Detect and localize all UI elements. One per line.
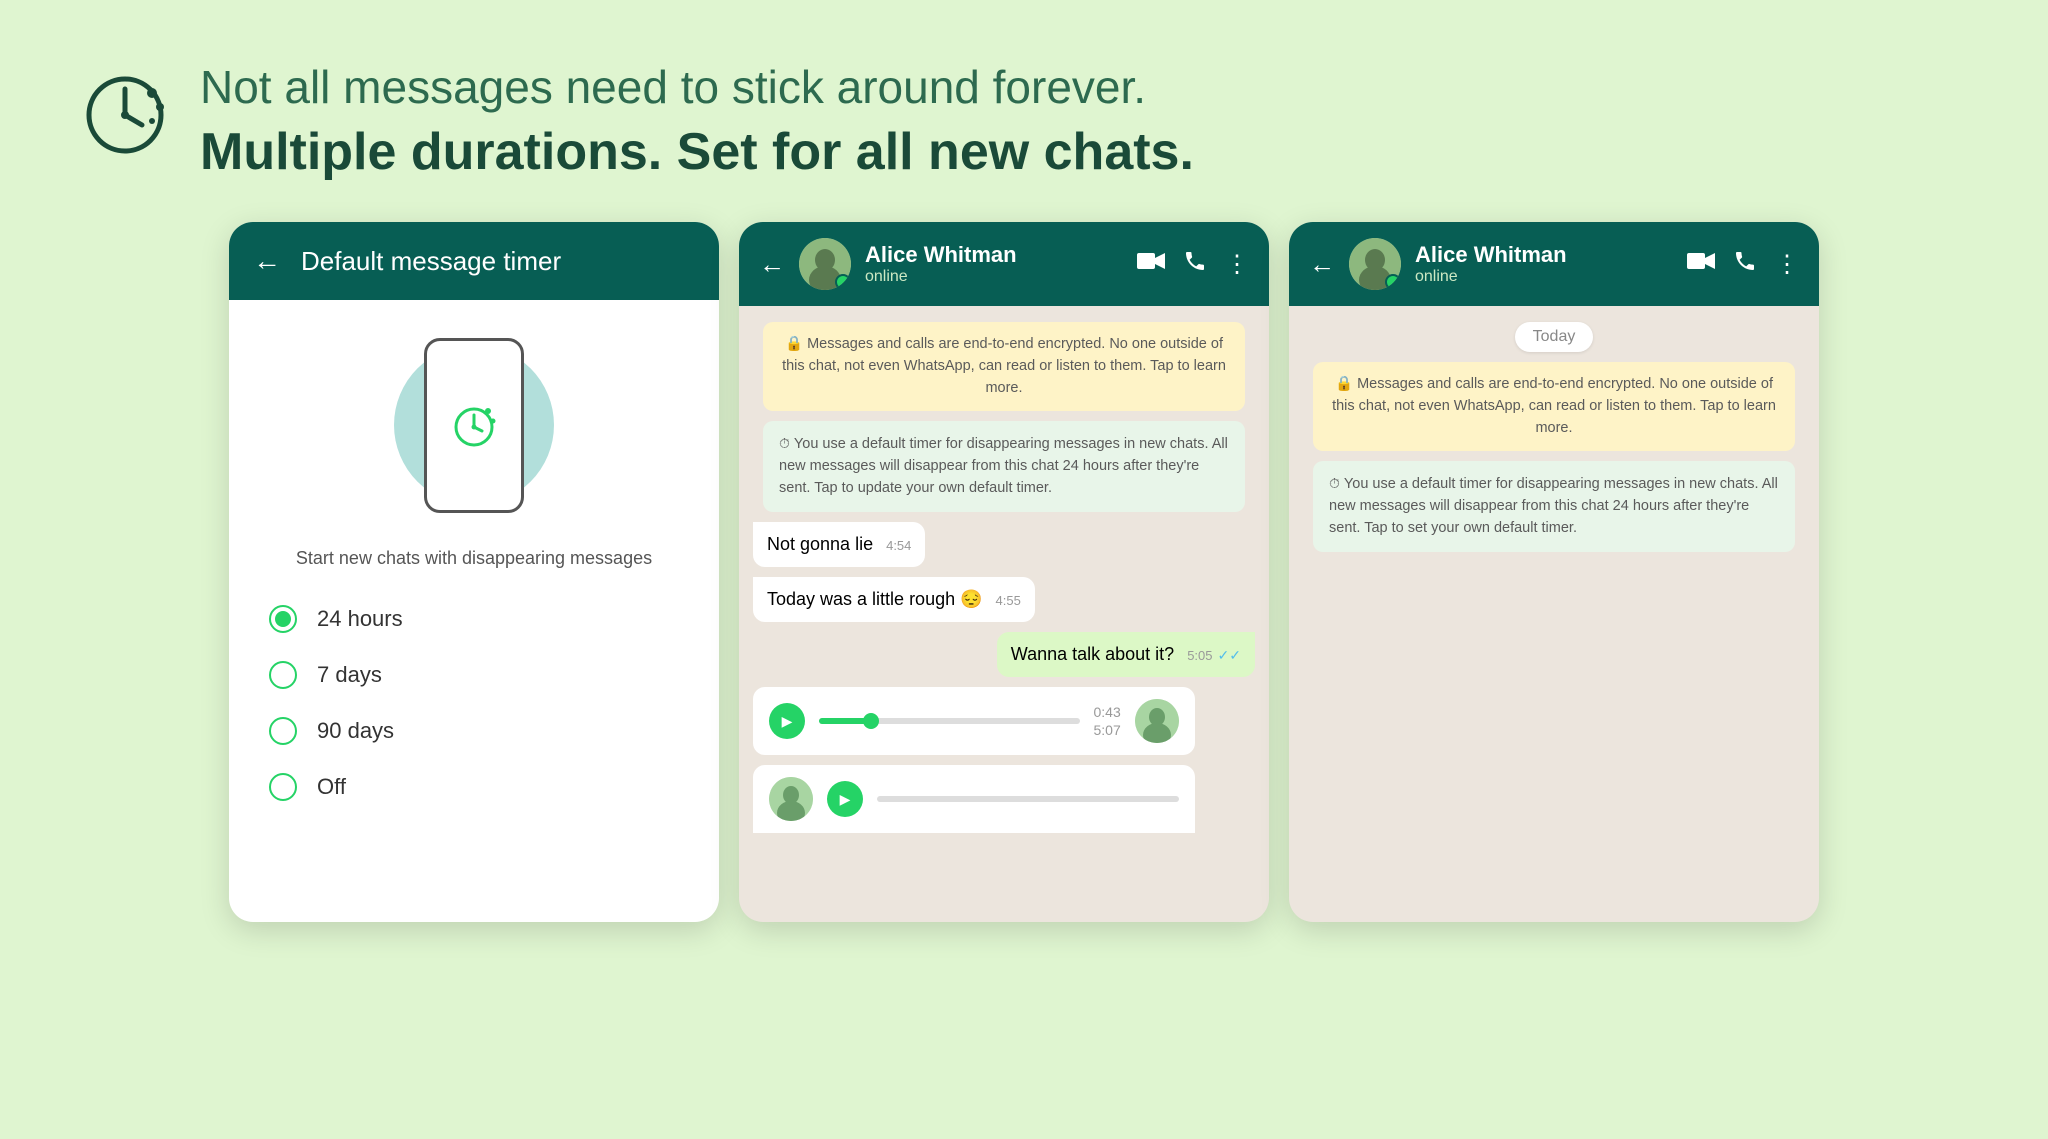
header-line2: Multiple durations. Set for all new chat… (200, 122, 1194, 182)
chat3-avatar (1349, 238, 1401, 290)
radio-item-7d[interactable]: 7 days (269, 653, 679, 697)
header-line1: Not all messages need to stick around fo… (200, 60, 1194, 114)
chat2-header: ← Alice Whitman online (739, 222, 1269, 306)
chat2-back-icon[interactable]: ← (759, 249, 785, 280)
header-section: Not all messages need to stick around fo… (0, 0, 2048, 222)
chat3-action-icons: ⋮ (1687, 249, 1799, 280)
chat3-status: online (1415, 268, 1673, 286)
chat3-body: Today 🔒 Messages and calls are end-to-en… (1289, 306, 1819, 568)
phone-illustration (374, 330, 574, 520)
voice-total-1: 5:07 (1094, 722, 1121, 738)
radio-group: 24 hours 7 days 90 days Off (269, 597, 679, 809)
today-badge: Today (1515, 322, 1594, 352)
chat3-info: Alice Whitman online (1415, 242, 1673, 286)
timer-screen-icon (450, 401, 498, 449)
header-text-block: Not all messages need to stick around fo… (200, 60, 1194, 182)
radio-90d-circle[interactable] (269, 717, 297, 745)
voice-call-icon[interactable] (1183, 249, 1207, 280)
msg-time-1: 4:54 (886, 538, 911, 553)
radio-90d-label: 90 days (317, 718, 394, 744)
timer-notice-icon: ⏱ (779, 435, 790, 451)
disappearing-timer-icon (80, 65, 170, 155)
voice-avatar-2 (769, 777, 813, 821)
more-options-icon-3[interactable]: ⋮ (1775, 250, 1799, 279)
panel1-title: Default message timer (301, 246, 561, 277)
chat3-header: ← Alice Whitman online (1289, 222, 1819, 306)
msg-text-1: Not gonna lie (767, 534, 873, 554)
msg-sent-1: Wanna talk about it? 5:05 ✓✓ (997, 632, 1255, 677)
panel1-subtitle: Start new chats with disappearing messag… (296, 548, 652, 569)
online-badge-3 (1385, 274, 1401, 290)
encryption-notice-2[interactable]: 🔒 Messages and calls are end-to-end encr… (763, 322, 1245, 411)
waveform-dot-1 (863, 713, 879, 729)
timer-notice-text-3: You use a default timer for disappearing… (1329, 476, 1778, 536)
panel1-header: ← Default message timer (229, 222, 719, 300)
radio-24h-circle[interactable] (269, 605, 297, 633)
waveform-1 (819, 718, 1080, 724)
voice-call-icon-3[interactable] (1733, 249, 1757, 280)
panel-timer-settings: ← Default message timer Start (229, 222, 719, 922)
panel-chat-recipient: ← Alice Whitman online (1289, 222, 1819, 922)
msg-received-2: Today was a little rough 😔 4:55 (753, 577, 1035, 622)
radio-item-90d[interactable]: 90 days (269, 709, 679, 753)
radio-off-label: Off (317, 774, 346, 800)
chat2-avatar (799, 238, 851, 290)
play-button-1[interactable]: ▶ (769, 703, 805, 739)
chat2-action-icons: ⋮ (1137, 249, 1249, 280)
voice-elapsed-1: 0:43 (1094, 704, 1121, 720)
chat2-status: online (865, 268, 1123, 286)
online-badge (835, 274, 851, 290)
waveform-2 (877, 796, 1179, 802)
chat3-contact-name: Alice Whitman (1415, 242, 1673, 268)
chat2-contact-name: Alice Whitman (865, 242, 1123, 268)
timer-notice-3: ⏱You use a default timer for disappearin… (1313, 461, 1795, 551)
radio-24h-label: 24 hours (317, 606, 403, 632)
timer-notice-text: You use a default timer for disappearing… (779, 436, 1228, 496)
radio-off-circle[interactable] (269, 773, 297, 801)
timer-notice-icon-3: ⏱ (1329, 475, 1340, 491)
radio-item-off[interactable]: Off (269, 765, 679, 809)
msg-received-1: Not gonna lie 4:54 (753, 522, 925, 567)
chat2-body: 🔒 Messages and calls are end-to-end encr… (739, 306, 1269, 849)
encryption-notice-3[interactable]: 🔒 Messages and calls are end-to-end encr… (1313, 362, 1795, 451)
video-call-icon-3[interactable] (1687, 250, 1715, 278)
video-call-icon[interactable] (1137, 250, 1165, 278)
radio-7d-label: 7 days (317, 662, 382, 688)
panel-chat-active: ← Alice Whitman online (739, 222, 1269, 922)
radio-item-24h[interactable]: 24 hours (269, 597, 679, 641)
msg-time-2: 4:55 (996, 593, 1021, 608)
panel1-body: Start new chats with disappearing messag… (229, 300, 719, 839)
chat2-info: Alice Whitman online (865, 242, 1123, 286)
msg-text-2: Today was a little rough 😔 (767, 589, 983, 609)
back-arrow-icon[interactable]: ← (253, 245, 281, 277)
more-options-icon[interactable]: ⋮ (1225, 250, 1249, 279)
msg-text-3: Wanna talk about it? (1011, 644, 1174, 664)
voice-message-2-partial: ▶ (753, 765, 1195, 833)
phone-outline (424, 338, 524, 513)
voice-avatar-1 (1135, 699, 1179, 743)
double-tick-icon: ✓✓ (1218, 647, 1241, 663)
msg-time-3: 5:05 (1187, 648, 1212, 663)
play-button-2[interactable]: ▶ (827, 781, 863, 817)
timer-notice-2: ⏱You use a default timer for disappearin… (763, 421, 1245, 511)
panels-container: ← Default message timer Start (0, 222, 2048, 922)
radio-7d-circle[interactable] (269, 661, 297, 689)
chat3-back-icon[interactable]: ← (1309, 249, 1335, 280)
voice-message-1: ▶ 0:43 5:07 (753, 687, 1195, 755)
